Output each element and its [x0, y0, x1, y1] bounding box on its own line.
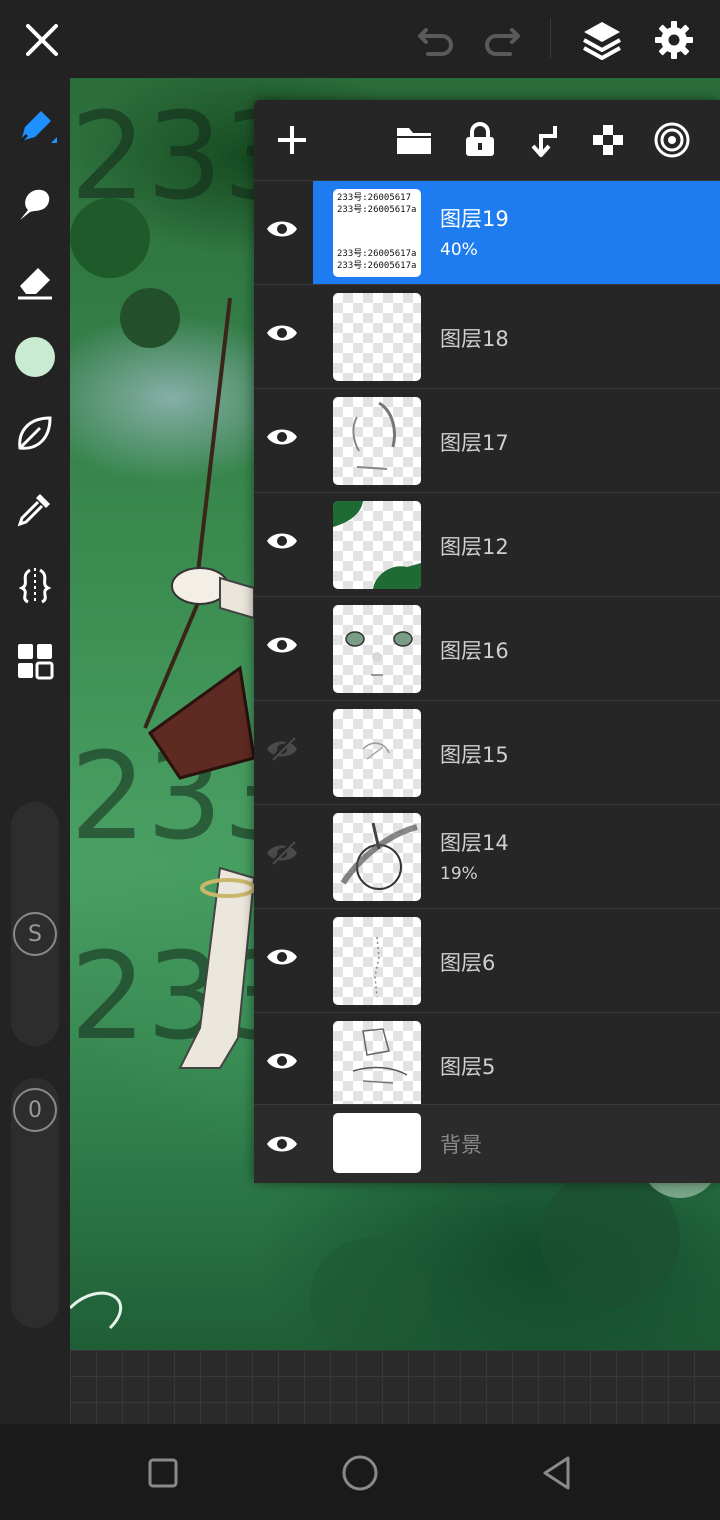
background-thumbnail [333, 1113, 421, 1173]
gear-icon[interactable] [648, 14, 700, 66]
eye-icon[interactable] [260, 935, 304, 979]
thumbnail-text: 233号:26005617a [337, 249, 417, 259]
layer-row[interactable]: 图层5 [254, 1012, 720, 1116]
brush-size-slider[interactable]: S [11, 802, 59, 1046]
undo-icon[interactable] [410, 14, 462, 66]
layer-row[interactable]: 图层12 [254, 492, 720, 596]
eye-hidden-icon[interactable] [260, 831, 304, 875]
layer-name: 图层19 [440, 207, 509, 231]
layer-name: 图层17 [440, 431, 509, 455]
layer-opacity: 19% [440, 864, 478, 884]
layers-panel: 233号:26005617 233号:26005617a 233号:260056… [254, 100, 720, 1183]
eyedropper-icon[interactable] [10, 484, 60, 534]
layer-row[interactable]: 233号:26005617 233号:26005617a 233号:260056… [254, 180, 720, 284]
layer-thumbnail [333, 813, 421, 901]
pen-icon[interactable] [10, 102, 60, 152]
system-navigation-bar [0, 1424, 720, 1520]
leaf-brush-icon[interactable] [10, 408, 60, 458]
transparency-icon[interactable] [584, 116, 632, 164]
circle-icon[interactable] [335, 1448, 385, 1498]
layer-thumbnail [333, 501, 421, 589]
eye-icon[interactable] [260, 207, 304, 251]
eye-icon[interactable] [260, 415, 304, 459]
more-icon[interactable] [648, 116, 696, 164]
layer-row[interactable]: 图层14 19% [254, 804, 720, 908]
eye-icon[interactable] [260, 623, 304, 667]
layer-thumbnail: 233号:26005617 233号:26005617a 233号:260056… [333, 189, 421, 277]
layer-thumbnail [333, 293, 421, 381]
layer-thumbnail [333, 1021, 421, 1109]
layers-icon[interactable] [576, 14, 628, 66]
lock-icon[interactable] [456, 116, 504, 164]
tool-sidebar: S 0 [0, 78, 70, 1424]
layer-row[interactable]: 图层15 [254, 700, 720, 804]
background-layer-row[interactable]: 背景 [254, 1104, 720, 1183]
add-icon[interactable] [268, 116, 316, 164]
canvas-background-grid [70, 1350, 720, 1424]
eye-icon[interactable] [260, 311, 304, 355]
thumbnail-text: 233号:26005617a [337, 205, 417, 215]
layer-row[interactable]: 图层6 [254, 908, 720, 1012]
layers-panel-toolbar [254, 100, 720, 182]
thumbnail-text: 233号:26005617 [337, 193, 412, 203]
layer-row[interactable]: 图层16 [254, 596, 720, 700]
background-layer-name: 背景 [440, 1133, 482, 1157]
layer-name: 图层5 [440, 1055, 496, 1079]
symmetry-icon[interactable] [10, 560, 60, 610]
toolbar-divider [550, 18, 551, 58]
layer-thumbnail [333, 605, 421, 693]
layer-thumbnail [333, 709, 421, 797]
layer-name: 图层15 [440, 743, 509, 767]
brush-opacity-slider[interactable]: 0 [11, 1078, 59, 1328]
eye-hidden-icon[interactable] [260, 727, 304, 771]
smudge-icon[interactable] [10, 180, 60, 230]
grid-icon[interactable] [10, 636, 60, 686]
layer-thumbnail [333, 397, 421, 485]
layer-thumbnail [333, 917, 421, 1005]
layer-name: 图层18 [440, 327, 509, 351]
eye-icon[interactable] [260, 1122, 304, 1166]
redo-icon[interactable] [476, 14, 528, 66]
brush-opacity-knob[interactable]: 0 [13, 1088, 57, 1132]
color-swatch[interactable] [10, 332, 60, 382]
layer-opacity: 40% [440, 240, 478, 260]
layer-name: 图层12 [440, 535, 509, 559]
close-icon[interactable] [16, 14, 68, 66]
eye-icon[interactable] [260, 1039, 304, 1083]
layer-row[interactable]: 图层17 [254, 388, 720, 492]
top-toolbar [0, 0, 720, 78]
square-icon[interactable] [138, 1448, 188, 1498]
merge-down-icon[interactable] [520, 116, 568, 164]
triangle-back-icon[interactable] [532, 1448, 582, 1498]
folder-icon[interactable] [390, 116, 438, 164]
layer-name: 图层6 [440, 951, 496, 975]
layer-row[interactable]: 图层18 [254, 284, 720, 388]
layer-name: 图层16 [440, 639, 509, 663]
layer-name: 图层14 [440, 831, 509, 855]
eraser-icon[interactable] [10, 256, 60, 306]
brush-size-knob[interactable]: S [13, 912, 57, 956]
eye-icon[interactable] [260, 519, 304, 563]
thumbnail-text: 233号:26005617a [337, 261, 417, 271]
